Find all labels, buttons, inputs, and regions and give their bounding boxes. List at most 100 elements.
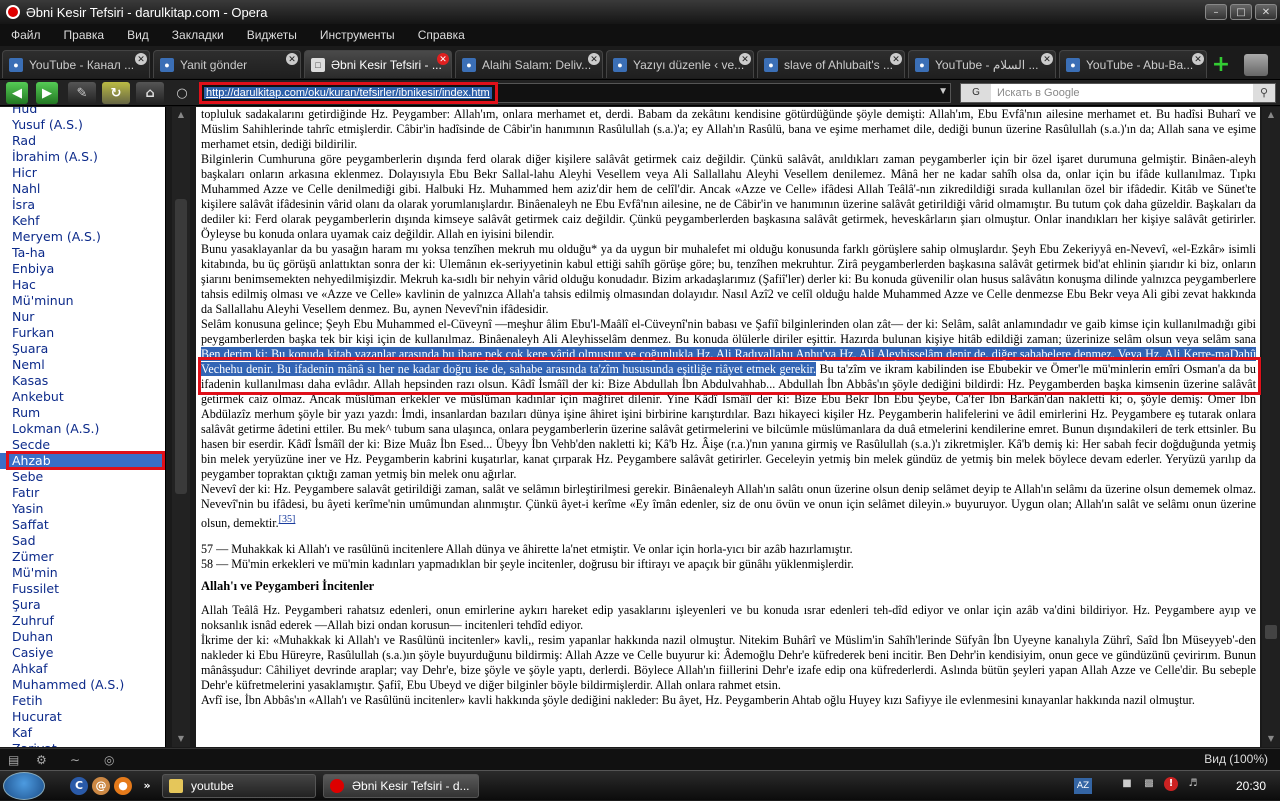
start-button[interactable] [3, 772, 45, 800]
speed-dial-icon[interactable]: ◎ [104, 753, 120, 767]
sidebar-item-surah[interactable]: Kasas [0, 373, 165, 389]
tab-yaziyi-duzenle[interactable]: ● Yazıyı düzenle ‹ ve... ✕ [606, 50, 754, 78]
sidebar-item-surah[interactable]: Duhan [0, 629, 165, 645]
sidebar-item-surah[interactable]: Casiye [0, 645, 165, 661]
tab-alaihi-salam[interactable]: ● Alaihi Salam: Deliv... ✕ [455, 50, 603, 78]
home-icon[interactable]: ⌂ [136, 82, 164, 104]
quicklaunch-more-icon[interactable]: » [138, 777, 156, 795]
menu-file[interactable]: Файл [0, 28, 53, 42]
footnote-link[interactable]: [35] [279, 514, 296, 525]
scroll-up-arrow-icon[interactable]: ▲ [172, 109, 190, 121]
sidebar-item-surah[interactable]: Hicr [0, 165, 165, 181]
maximize-button[interactable]: □ [1230, 4, 1252, 20]
close-tab-icon[interactable]: ✕ [890, 53, 902, 65]
back-arrow-icon[interactable]: ◀ [6, 82, 28, 104]
tab-youtube-channel[interactable]: ● YouTube - Канал ... ✕ [2, 50, 150, 78]
sidebar-item-surah[interactable]: Saffat [0, 517, 165, 533]
sidebar-item-surah[interactable]: Ahkaf [0, 661, 165, 677]
scrollbar-thumb[interactable] [175, 199, 187, 494]
menu-edit[interactable]: Правка [53, 28, 117, 42]
turbo-icon[interactable]: ⚙ [36, 753, 52, 767]
sidebar-item-surah[interactable]: Kehf [0, 213, 165, 229]
close-tab-icon[interactable]: ✕ [135, 53, 147, 65]
trash-icon[interactable] [1244, 54, 1268, 76]
tab-yanit-gonder[interactable]: ● Yanit gönder ✕ [153, 50, 301, 78]
sidebar-item-surah[interactable]: Şuara [0, 341, 165, 357]
sidebar-item-surah[interactable]: Hud [0, 107, 165, 117]
menu-help[interactable]: Справка [407, 28, 477, 42]
sidebar-item-surah[interactable]: Furkan [0, 325, 165, 341]
close-tab-icon[interactable]: ✕ [286, 53, 298, 65]
sidebar-item-surah[interactable]: Kaf [0, 725, 165, 741]
firefox-icon[interactable]: ● [114, 777, 132, 795]
printer-icon[interactable]: ▩ [1142, 777, 1156, 791]
address-url[interactable]: http://darulkitap.com/oku/kuran/tefsirle… [204, 87, 492, 99]
sidebar-item-surah[interactable]: Mü'min [0, 565, 165, 581]
new-tab-plus-icon[interactable]: + [1210, 54, 1232, 76]
sidebar-scrollbar[interactable]: ▲ ▼ [172, 107, 190, 747]
tab-slave-of-ahlubait[interactable]: ● slave of Ahlubait's ... ✕ [757, 50, 905, 78]
scrollbar-thumb[interactable] [1265, 625, 1277, 639]
edit-pen-icon[interactable]: ✎ [68, 82, 96, 104]
sidebar-item-surah[interactable]: Ahzab [0, 453, 165, 469]
sidebar-item-surah[interactable]: Ankebut [0, 389, 165, 405]
language-indicator[interactable]: AZ [1074, 778, 1092, 794]
taskbar-item-opera[interactable]: Əbni Kesir Tefsiri - d... [323, 774, 479, 798]
search-magnifier-icon[interactable]: ⚲ [1253, 84, 1275, 102]
sidebar-item-surah[interactable]: Nur [0, 309, 165, 325]
security-alert-icon[interactable]: ! [1164, 777, 1178, 791]
sidebar-item-surah[interactable]: Lokman (A.S.) [0, 421, 165, 437]
sidebar-item-surah[interactable]: Sad [0, 533, 165, 549]
quicklaunch-at-icon[interactable]: @ [92, 777, 110, 795]
close-tab-icon[interactable]: ✕ [739, 53, 751, 65]
close-tab-icon[interactable]: ✕ [588, 53, 600, 65]
surah-list-frame[interactable]: Hud Yusuf (A.S.) Rad İbrahim (A.S.) Hicr Nahl… [0, 107, 166, 747]
sidebar-item-surah[interactable]: Neml [0, 357, 165, 373]
sidebar-item-surah[interactable]: Fussilet [0, 581, 165, 597]
address-field[interactable]: http://darulkitap.com/oku/kuran/tefsirle… [199, 83, 951, 103]
zoom-level[interactable]: Вид (100%) [1204, 752, 1268, 766]
sidebar-item-surah[interactable]: Fatır [0, 485, 165, 501]
taskbar-item-youtube[interactable]: youtube [162, 774, 316, 798]
sidebar-item-surah[interactable]: Hucurat [0, 709, 165, 725]
close-tab-icon[interactable]: ✕ [1041, 53, 1053, 65]
close-tab-icon[interactable]: ✕ [437, 53, 449, 65]
sidebar-item-surah[interactable]: Mü'minun [0, 293, 165, 309]
sidebar-item-surah[interactable]: Hac [0, 277, 165, 293]
quicklaunch-c-icon[interactable]: C [70, 777, 88, 795]
sidebar-item-surah[interactable]: Zariyat [0, 741, 165, 747]
close-window-button[interactable]: ✕ [1255, 4, 1277, 20]
content-scrollbar[interactable]: ▲ ▼ [1262, 107, 1280, 747]
chevron-down-icon[interactable]: ▼ [938, 86, 948, 97]
volume-icon[interactable]: ♬ [1186, 777, 1200, 791]
sidebar-item-surah[interactable]: Yusuf (A.S.) [0, 117, 165, 133]
site-info-globe-icon[interactable]: ○ [172, 82, 192, 104]
sidebar-item-surah[interactable]: Sebe [0, 469, 165, 485]
sidebar-item-surah[interactable]: Zuhruf [0, 613, 165, 629]
sidebar-item-surah[interactable]: Muhammed (A.S.) [0, 677, 165, 693]
tab-youtube-abu-ba[interactable]: ● YouTube - Abu-Ba... ✕ [1059, 50, 1207, 78]
sidebar-item-surah[interactable]: Meryem (A.S.) [0, 229, 165, 245]
menu-tools[interactable]: Инструменты [309, 28, 407, 42]
menu-bookmarks[interactable]: Закладки [161, 28, 236, 42]
sidebar-item-surah[interactable]: Fetih [0, 693, 165, 709]
sidebar-item-surah[interactable]: Enbiya [0, 261, 165, 277]
sidebar-item-surah[interactable]: Secde [0, 437, 165, 453]
sidebar-item-surah[interactable]: Şura [0, 597, 165, 613]
search-box[interactable]: G Искать в Google ⚲ [960, 83, 1276, 103]
sidebar-item-surah[interactable]: Rum [0, 405, 165, 421]
reload-icon[interactable]: ↻ [102, 82, 130, 104]
tab-youtube-salam[interactable]: ● YouTube - السلام ... ✕ [908, 50, 1056, 78]
sidebar-item-surah[interactable]: İsra [0, 197, 165, 213]
forward-arrow-icon[interactable]: ▶ [36, 82, 58, 104]
minimize-button[interactable]: – [1205, 4, 1227, 20]
search-engine-selector[interactable]: G [961, 84, 991, 102]
sidebar-item-surah[interactable]: Yasin [0, 501, 165, 517]
sidebar-item-surah[interactable]: Nahl [0, 181, 165, 197]
scroll-down-arrow-icon[interactable]: ▼ [172, 733, 190, 745]
menu-widgets[interactable]: Виджеты [236, 28, 309, 42]
sidebar-item-surah[interactable]: Zümer [0, 549, 165, 565]
scroll-up-arrow-icon[interactable]: ▲ [1262, 109, 1280, 121]
sidebar-item-surah[interactable]: Ta-ha [0, 245, 165, 261]
sidebar-item-surah[interactable]: İbrahim (A.S.) [0, 149, 165, 165]
